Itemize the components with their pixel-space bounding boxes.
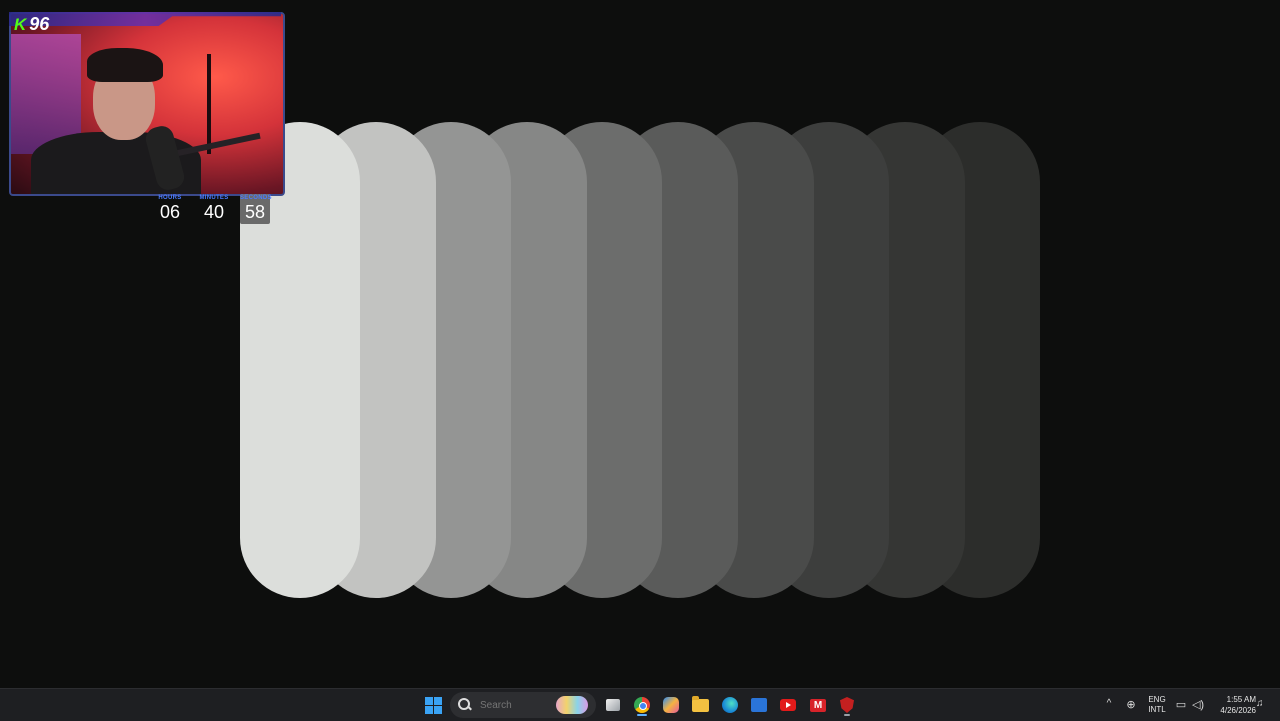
language-code: ENG	[1148, 695, 1166, 704]
webcam-overlay	[9, 12, 285, 196]
kick-logo-icon: K	[14, 14, 27, 34]
timer-seconds-label: SECONDS	[240, 195, 272, 201]
network-button[interactable]: ▭	[1174, 698, 1188, 712]
task-view-icon	[606, 699, 620, 711]
chevron-up-icon: ^	[1106, 698, 1112, 709]
file-explorer-icon	[691, 695, 709, 712]
notifications-button[interactable]: ♫	[1256, 698, 1268, 712]
youtube-icon	[780, 699, 796, 711]
timer-hours-label: HOURS	[158, 195, 182, 201]
clock-time: 1:55 AM	[1226, 695, 1256, 704]
search-input[interactable]	[478, 698, 552, 712]
keyboard-layout: INTL	[1148, 705, 1166, 714]
search-icon	[458, 698, 472, 712]
file-explorer-button[interactable]	[688, 693, 712, 717]
chrome-button[interactable]	[630, 693, 654, 717]
mail-icon	[751, 698, 767, 712]
edge-icon	[722, 697, 738, 713]
clock[interactable]: 1:55 AM 4/26/2026	[1210, 694, 1256, 716]
stream-timer: HOURS 06 MINUTES 40 SECONDS 58	[148, 194, 272, 224]
streamer-hair	[87, 48, 163, 82]
language-indicator[interactable]: ENG INTL	[1144, 695, 1170, 715]
running-indicator	[844, 714, 850, 716]
timer-minutes: MINUTES 40	[192, 194, 236, 224]
network-icon: ▭	[1175, 699, 1187, 711]
gmail-icon: M	[810, 698, 826, 712]
webcam-lamp	[207, 54, 211, 154]
gmail-button[interactable]: M	[806, 693, 830, 717]
tray-app-button[interactable]: ⊕	[1124, 698, 1138, 712]
timer-hours-value: 06	[159, 202, 181, 222]
timer-minutes-label: MINUTES	[199, 195, 229, 201]
timer-seconds-value: 58	[244, 202, 266, 222]
shield-icon	[840, 697, 854, 713]
copilot-button[interactable]	[659, 693, 683, 717]
start-button[interactable]	[421, 693, 445, 717]
speaker-icon: ◁)	[1191, 699, 1205, 711]
kick-badge-number: 96	[29, 14, 50, 34]
copilot-icon	[663, 697, 679, 713]
timer-minutes-value: 40	[203, 202, 225, 222]
taskbar: M ^ ⊕ ENG INTL ▭ ◁) 1:55 AM 4/26/2026 ♫	[0, 688, 1280, 721]
youtube-button[interactable]	[776, 693, 800, 717]
running-indicator	[637, 714, 647, 716]
edge-button[interactable]	[718, 693, 742, 717]
bell-icon: ♫	[1256, 698, 1264, 709]
task-view-button[interactable]	[601, 693, 625, 717]
windows-start-icon	[424, 696, 442, 714]
taskbar-search[interactable]	[450, 692, 596, 718]
chrome-icon	[634, 697, 650, 713]
show-hidden-icons-button[interactable]: ^	[1102, 698, 1116, 712]
timer-seconds: SECONDS 58	[240, 194, 272, 224]
volume-button[interactable]: ◁)	[1191, 698, 1205, 712]
timer-hours: HOURS 06	[148, 194, 192, 224]
mail-button[interactable]	[747, 693, 771, 717]
clock-date: 4/26/2026	[1220, 706, 1256, 715]
globe-icon: ⊕	[1126, 699, 1136, 711]
shield-app-button[interactable]	[835, 693, 859, 717]
search-highlight-icon	[556, 696, 588, 714]
kick-badge: K 96	[14, 14, 49, 35]
